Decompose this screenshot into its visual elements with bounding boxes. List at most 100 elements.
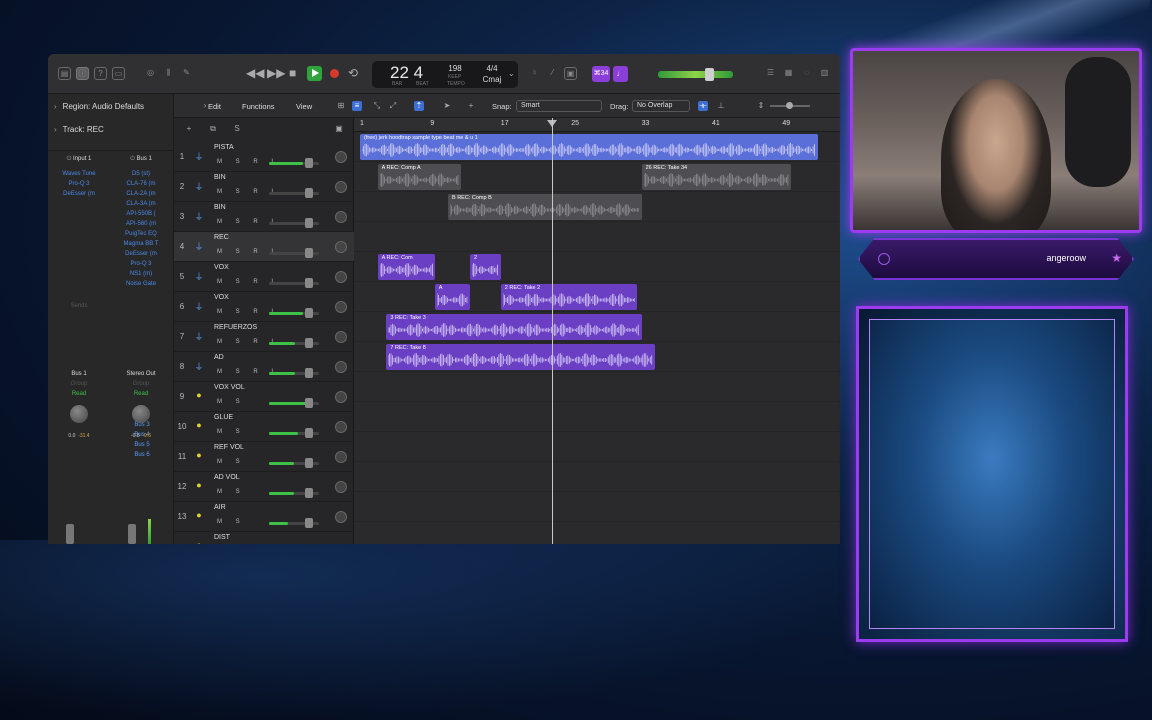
view-menu[interactable]: View bbox=[296, 102, 312, 111]
track-inspector-row[interactable]: › Track: REC bbox=[54, 125, 104, 134]
catch-icon[interactable]: ⤡ bbox=[372, 101, 382, 111]
pan-knob[interactable] bbox=[70, 405, 88, 423]
plugin-slot[interactable]: NS1 (m) bbox=[116, 269, 166, 279]
track-lane[interactable] bbox=[354, 402, 840, 432]
lcd-display[interactable]: 22 4 BAR BEAT 198 KEEP TEMPO 4/4 Cmaj ⌄ bbox=[372, 61, 518, 88]
track-pan-knob[interactable] bbox=[335, 151, 347, 163]
track-volume-knob[interactable] bbox=[305, 308, 313, 318]
audio-region[interactable]: A REC: Comp A bbox=[377, 164, 462, 190]
count-in-icon[interactable]: ▣ bbox=[564, 67, 577, 80]
disclosure-icon[interactable]: › bbox=[54, 125, 57, 134]
track-lane[interactable] bbox=[354, 462, 840, 492]
editors-icon[interactable]: ✎ bbox=[180, 67, 193, 80]
track-pan-knob[interactable] bbox=[335, 361, 347, 373]
track-volume-slider[interactable] bbox=[269, 488, 319, 498]
volume-fader[interactable] bbox=[128, 524, 136, 544]
volume-fader[interactable] bbox=[66, 524, 74, 544]
track-pan-knob[interactable] bbox=[335, 511, 347, 523]
loop-browser-icon[interactable]: ◌ bbox=[800, 67, 813, 80]
plugin-slot[interactable]: Noise Gate bbox=[116, 279, 166, 289]
track-header[interactable]: 13 ● AIR M S bbox=[174, 502, 354, 532]
audio-region[interactable]: 2 bbox=[470, 254, 501, 280]
track-volume-knob[interactable] bbox=[305, 398, 313, 408]
track-volume-knob[interactable] bbox=[305, 368, 313, 378]
track-mute-solo-buttons[interactable]: M S bbox=[217, 519, 246, 525]
track-pan-knob[interactable] bbox=[335, 451, 347, 463]
track-header[interactable]: 5 ⏚ VOX M S R I bbox=[174, 262, 354, 292]
pointer-tool-icon[interactable]: ➤ bbox=[442, 101, 452, 111]
track-lane[interactable] bbox=[354, 522, 840, 544]
add-tool-icon[interactable]: + bbox=[466, 101, 476, 111]
snap-select[interactable]: Smart bbox=[516, 100, 602, 112]
mixer-icon[interactable]: ⫼ bbox=[162, 67, 175, 80]
edit-menu[interactable]: Edit bbox=[208, 102, 221, 111]
solo-global-icon[interactable]: S bbox=[232, 124, 242, 134]
plugin-slot[interactable]: CLA-76 (m bbox=[116, 179, 166, 189]
forward-icon[interactable]: ▶▶ bbox=[267, 66, 285, 80]
track-mute-solo-buttons[interactable]: M S bbox=[217, 459, 246, 465]
channel-output[interactable]: Bus 1 bbox=[54, 369, 104, 379]
play-button[interactable] bbox=[307, 66, 322, 81]
zoom-icon[interactable]: ⤢ bbox=[388, 101, 398, 111]
track-volume-slider[interactable] bbox=[269, 518, 319, 528]
master-volume-slider[interactable] bbox=[658, 71, 733, 78]
track-volume-knob[interactable] bbox=[305, 158, 313, 168]
plugin-slot[interactable]: DeEsser (m bbox=[116, 249, 166, 259]
channel-automation[interactable]: Read bbox=[54, 389, 104, 399]
channel-bus-name[interactable]: ⏻ Bus 1 bbox=[116, 156, 166, 163]
track-pan-knob[interactable] bbox=[335, 241, 347, 253]
track-header[interactable]: 8 ⏚ AD M S R I bbox=[174, 352, 354, 382]
quick-help-icon[interactable]: ? bbox=[94, 67, 107, 80]
track-pan-knob[interactable] bbox=[335, 331, 347, 343]
add-track-icon[interactable]: + bbox=[184, 124, 194, 134]
track-volume-slider[interactable] bbox=[269, 428, 319, 438]
plugin-slot[interactable]: CLA-2A (m bbox=[116, 189, 166, 199]
channel-input-name[interactable]: ⏻ Input 1 bbox=[54, 156, 104, 163]
track-volume-knob[interactable] bbox=[305, 338, 313, 348]
track-mute-solo-buttons[interactable]: M S bbox=[217, 429, 246, 435]
track-pan-knob[interactable] bbox=[335, 271, 347, 283]
zoom-slider-knob[interactable] bbox=[786, 102, 793, 109]
track-pan-knob[interactable] bbox=[335, 391, 347, 403]
track-volume-knob[interactable] bbox=[305, 248, 313, 258]
track-lane[interactable] bbox=[354, 222, 840, 252]
track-volume-slider[interactable] bbox=[269, 158, 319, 168]
track-mute-solo-buttons[interactable]: M S bbox=[217, 489, 246, 495]
track-volume-slider[interactable] bbox=[269, 368, 319, 378]
track-header[interactable]: 9 ● VOX VOL M S bbox=[174, 382, 354, 412]
track-volume-knob[interactable] bbox=[305, 278, 313, 288]
plugin-slot[interactable]: Magma BB T bbox=[116, 239, 166, 249]
disclosure-icon[interactable]: › bbox=[54, 102, 57, 111]
track-volume-knob[interactable] bbox=[305, 218, 313, 228]
track-volume-knob[interactable] bbox=[305, 188, 313, 198]
track-pan-knob[interactable] bbox=[335, 421, 347, 433]
track-volume-slider[interactable] bbox=[269, 308, 319, 318]
playhead-line[interactable] bbox=[552, 118, 553, 544]
lcd-menu-chevron-icon[interactable]: ⌄ bbox=[508, 69, 515, 78]
channel-group[interactable]: Group bbox=[116, 379, 166, 389]
vertical-zoom-icon[interactable]: ⇕ bbox=[756, 101, 766, 111]
toolbar-icon[interactable]: ▭ bbox=[112, 67, 125, 80]
browser-icon[interactable]: ▥ bbox=[818, 67, 831, 80]
track-lane[interactable] bbox=[354, 432, 840, 462]
plugin-slot[interactable]: DeEsser (m bbox=[54, 189, 104, 199]
audio-region[interactable]: A REC: Com bbox=[377, 254, 435, 280]
notepad-icon[interactable]: ▦ bbox=[782, 67, 795, 80]
track-mute-solo-buttons[interactable]: M S bbox=[217, 399, 246, 405]
track-header[interactable]: 3 ⏚ BIN M S R I bbox=[174, 202, 354, 232]
track-name[interactable]: AD bbox=[214, 354, 224, 361]
track-volume-knob[interactable] bbox=[305, 458, 313, 468]
track-name[interactable]: AD VOL bbox=[214, 474, 240, 481]
tuner-icon[interactable]: ♮ bbox=[528, 67, 541, 80]
track-name[interactable]: PISTA bbox=[214, 144, 234, 151]
plugin-slot[interactable]: API-560 (m bbox=[116, 219, 166, 229]
track-name[interactable]: REC bbox=[214, 234, 229, 241]
track-volume-slider[interactable] bbox=[269, 398, 319, 408]
audio-region[interactable]: 26 REC: Take 34 bbox=[641, 164, 792, 190]
track-lane[interactable] bbox=[354, 492, 840, 522]
bar-ruler[interactable]: 1 9 17 25 33 41 49 bbox=[354, 118, 840, 132]
arrange-area[interactable]: 1 9 17 25 33 41 49 (free) jerk hoodtrap sample… bbox=[354, 118, 840, 544]
track-name[interactable]: VOX VOL bbox=[214, 384, 245, 391]
track-header[interactable]: ● DIST bbox=[174, 532, 354, 544]
track-folder-icon[interactable]: ▣ bbox=[334, 124, 344, 134]
